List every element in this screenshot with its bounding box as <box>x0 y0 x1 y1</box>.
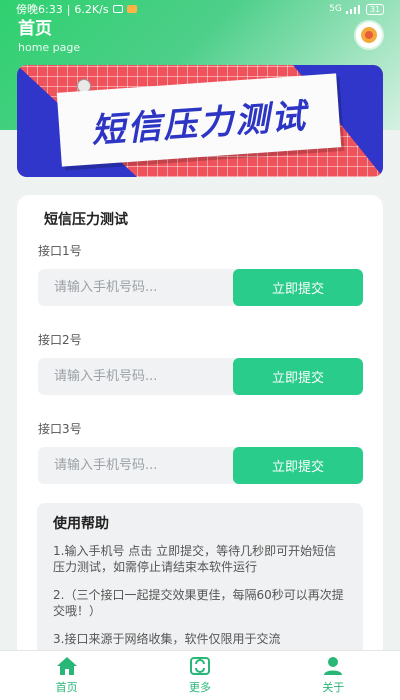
card-title: 短信压力测试 <box>44 212 128 228</box>
submit-button-2[interactable]: 立即提交 <box>233 358 363 395</box>
logo-icon <box>361 27 377 43</box>
banner-title: 短信压力测试 <box>90 96 309 151</box>
page-title: 首页 <box>18 19 52 39</box>
port-label-1: 接口1号 <box>38 244 82 258</box>
signal-icon <box>345 4 360 14</box>
refresh-icon <box>189 657 210 675</box>
port-label-3: 接口3号 <box>38 422 82 436</box>
tab-home[interactable]: 首页 <box>27 656 107 695</box>
user-icon <box>324 657 343 675</box>
port-row-3: 立即提交 <box>38 447 363 484</box>
avatar[interactable] <box>356 22 382 48</box>
tab-more-label: 更多 <box>188 681 211 694</box>
home-icon <box>56 657 77 675</box>
promo-banner: 短信压力测试 <box>17 65 383 177</box>
status-bar: 傍晚6:33 | 6.2K/s 5G 31 <box>0 0 400 18</box>
port-row-1: 立即提交 <box>38 269 363 306</box>
network-label: 5G <box>329 4 342 14</box>
help-item-2: 2.（三个接口一起提交效果更佳，每隔60秒可以再次提交哦！） <box>53 588 344 618</box>
notification-icon <box>112 5 123 13</box>
submit-button-3[interactable]: 立即提交 <box>233 447 363 484</box>
status-time: 傍晚6:33 <box>16 3 63 16</box>
phone-input-2[interactable] <box>38 358 233 395</box>
status-speed: 6.2K/s <box>74 2 109 16</box>
page-header: 首页 home page <box>18 18 80 54</box>
battery-icon: 31 <box>365 3 384 15</box>
help-item-3: 3.接口来源于网络收集，软件仅限用于交流 <box>53 632 281 646</box>
tab-home-label: 首页 <box>55 681 78 694</box>
help-item-1: 1.输入手机号 点击 立即提交，等待几秒即可开始短信压力测试，如需停止请结束本软… <box>53 544 337 574</box>
tab-about[interactable]: 关于 <box>293 656 373 695</box>
bottom-tab-bar: 首页 更多 关于 <box>0 650 400 700</box>
app-notification-icon <box>126 5 137 13</box>
port-label-2: 接口2号 <box>38 333 82 347</box>
main-card: 短信压力测试 接口1号 立即提交 接口2号 立即提交 接口3号 立即提交 使用帮… <box>17 195 383 700</box>
tab-about-label: 关于 <box>322 681 345 694</box>
phone-input-1[interactable] <box>38 269 233 306</box>
page-subtitle: home page <box>18 41 81 54</box>
phone-input-3[interactable] <box>38 447 233 484</box>
tab-more[interactable]: 更多 <box>160 656 240 695</box>
help-title: 使用帮助 <box>53 516 109 532</box>
submit-button-1[interactable]: 立即提交 <box>233 269 363 306</box>
port-row-2: 立即提交 <box>38 358 363 395</box>
